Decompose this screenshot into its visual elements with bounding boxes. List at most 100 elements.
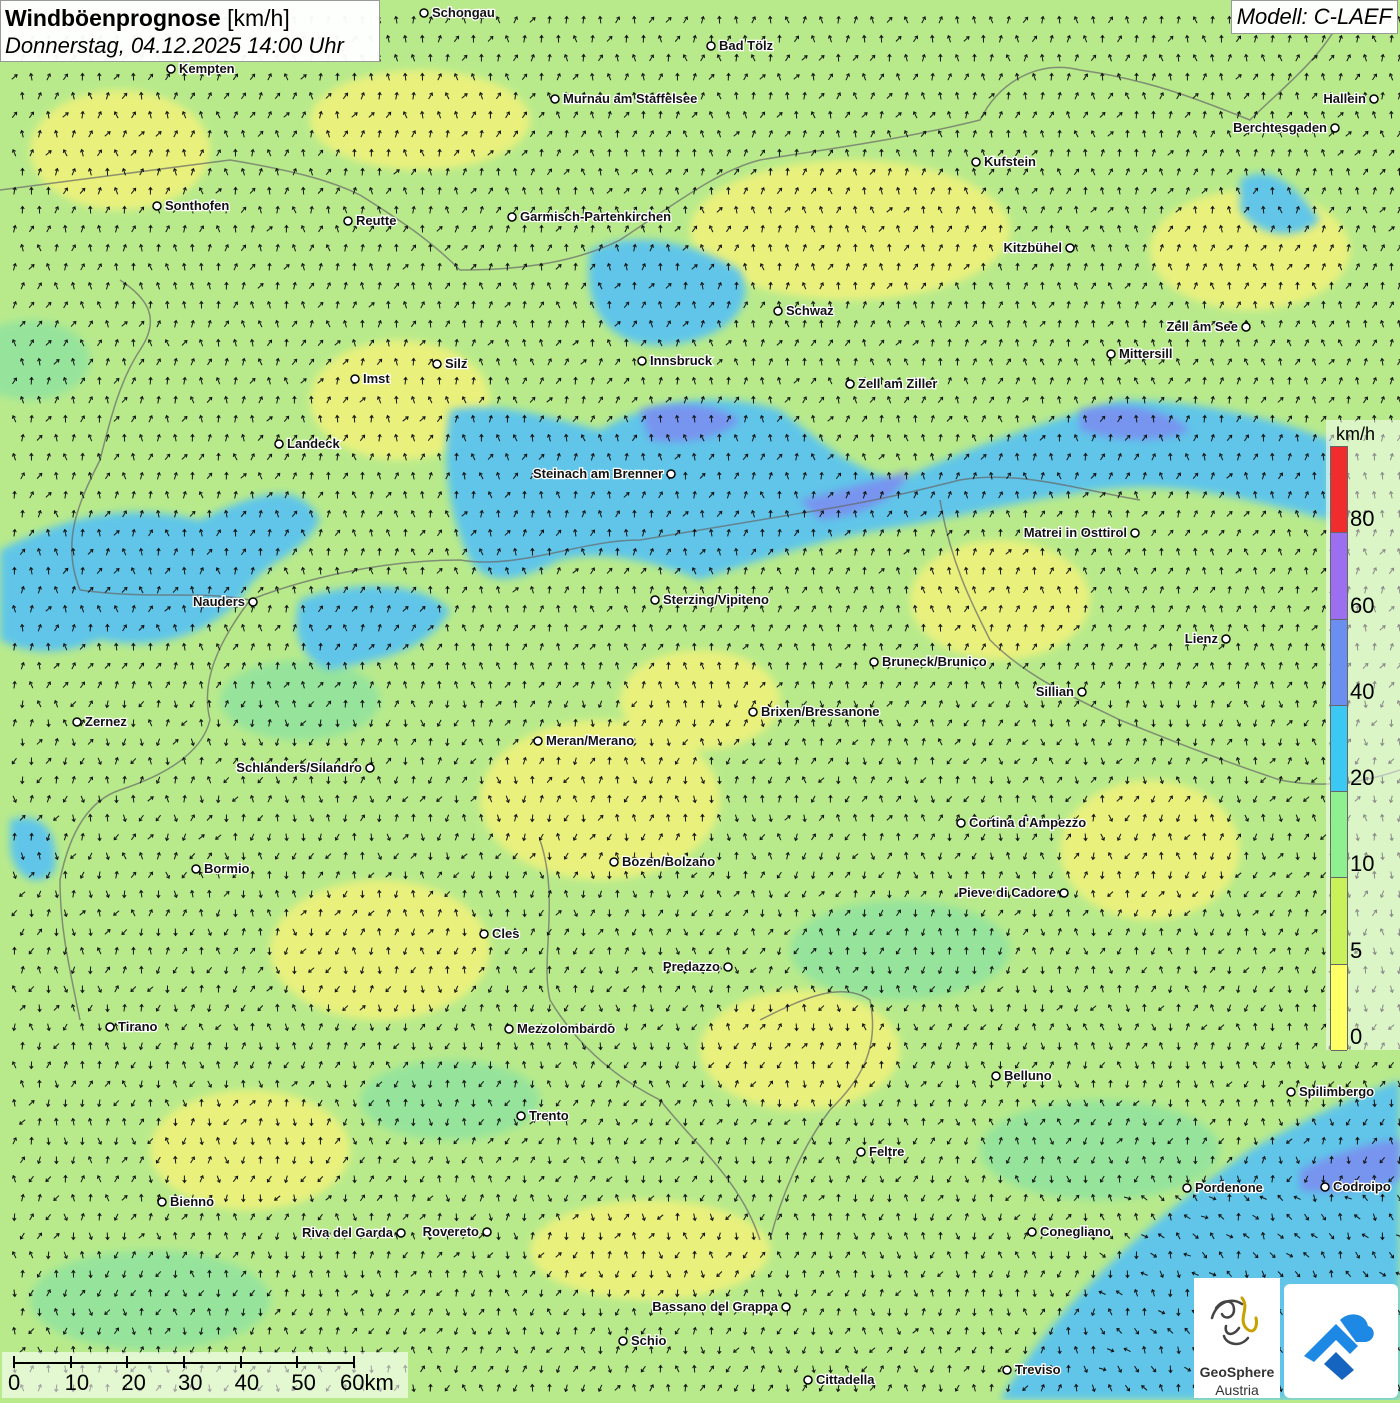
city-label: Brixen/Bressanone xyxy=(761,704,880,719)
map-title: Windböenprognose [km/h] xyxy=(5,4,375,32)
city-marker[interactable]: Garmisch-Partenkirchen xyxy=(508,209,671,224)
city-marker[interactable]: Bruneck/Brunico xyxy=(870,654,987,669)
city-dot xyxy=(158,1198,166,1206)
city-marker[interactable]: Riva del Garda xyxy=(302,1225,405,1240)
city-dot xyxy=(1287,1088,1295,1096)
city-dot xyxy=(344,217,352,225)
city-label: Feltre xyxy=(869,1144,904,1159)
city-label: Sonthofen xyxy=(165,198,229,213)
city-dot xyxy=(1078,688,1086,696)
city-dot xyxy=(1331,124,1339,132)
city-dot xyxy=(724,963,732,971)
city-dot xyxy=(275,440,283,448)
city-dot xyxy=(1222,635,1230,643)
city-marker[interactable]: Bozen/Bolzano xyxy=(610,854,715,869)
city-label: Hallein xyxy=(1323,91,1366,106)
city-label: Bad Tölz xyxy=(719,38,774,53)
city-label: Sillian xyxy=(1036,684,1074,699)
city-label: Rovereto xyxy=(423,1224,479,1239)
legend-swatch xyxy=(1331,965,1347,1051)
legend-swatch xyxy=(1331,792,1347,878)
city-marker[interactable]: Brixen/Bressanone xyxy=(749,704,880,719)
city-dot xyxy=(508,213,516,221)
city-marker[interactable]: Matrei in Osttirol xyxy=(1024,525,1139,540)
city-dot xyxy=(433,360,441,368)
city-marker[interactable]: Bassano del Grappa xyxy=(652,1299,790,1314)
city-label: Sterzing/Vipiteno xyxy=(663,592,769,607)
city-label: Reutte xyxy=(356,213,396,228)
color-legend: km/h 051020406080 xyxy=(1326,420,1400,1050)
city-dot xyxy=(153,202,161,210)
city-label: Pordenone xyxy=(1195,1180,1263,1195)
city-marker[interactable]: Mezzolombardo xyxy=(505,1021,615,1036)
city-dot xyxy=(1003,1366,1011,1374)
scale-label: 10 xyxy=(65,1370,89,1396)
city-label: Zell am Ziller xyxy=(858,376,937,391)
city-marker[interactable]: Innsbruck xyxy=(638,353,713,368)
wind-gust-map[interactable]: Schongau Bad Tölz Kempten Murnau am Staffel… xyxy=(0,0,1400,1400)
scale-label: 20 xyxy=(121,1370,145,1396)
city-dot xyxy=(1028,1228,1036,1236)
city-marker[interactable]: Schongau xyxy=(420,5,495,20)
scale-label: 50 xyxy=(291,1370,315,1396)
city-marker[interactable]: Pordenone xyxy=(1183,1180,1263,1195)
city-marker[interactable]: Sterzing/Vipiteno xyxy=(651,592,769,607)
city-label: Imst xyxy=(363,371,390,386)
city-dot xyxy=(1183,1184,1191,1192)
city-marker[interactable]: Zell am See xyxy=(1166,319,1250,334)
legend-label: 80 xyxy=(1350,506,1374,532)
city-label: Garmisch-Partenkirchen xyxy=(520,209,671,224)
city-dot xyxy=(534,737,542,745)
city-label: Zell am See xyxy=(1166,319,1238,334)
city-dot xyxy=(483,1228,491,1236)
city-marker[interactable]: Conegliano xyxy=(1028,1224,1111,1239)
city-label: Innsbruck xyxy=(650,353,713,368)
city-dot xyxy=(957,819,965,827)
scale-tick xyxy=(240,1356,242,1368)
city-marker[interactable]: Cortina d'Ampezzo xyxy=(957,815,1086,830)
scale-tick xyxy=(13,1356,15,1368)
city-marker[interactable]: Berchtesgaden xyxy=(1233,120,1339,135)
geosphere-logo-icon xyxy=(1194,1278,1280,1364)
city-label: Murnau am Staffelsee xyxy=(563,91,697,106)
app-icon[interactable] xyxy=(1284,1284,1398,1398)
legend-unit: km/h xyxy=(1336,424,1375,445)
city-dot xyxy=(638,357,646,365)
city-label: Schongau xyxy=(432,5,495,20)
city-marker[interactable]: Sonthofen xyxy=(153,198,229,213)
city-dot xyxy=(1131,529,1139,537)
scale-tick xyxy=(296,1356,298,1368)
city-marker[interactable]: Murnau am Staffelsee xyxy=(551,91,697,106)
legend-color-bar xyxy=(1330,446,1348,1050)
city-dot xyxy=(420,9,428,17)
city-label: Kempten xyxy=(179,61,235,76)
legend-label: 10 xyxy=(1350,851,1374,877)
model-label: Modell: C-LAEF xyxy=(1231,0,1398,34)
city-marker[interactable]: Spilimbergo xyxy=(1287,1084,1374,1099)
city-dot xyxy=(651,596,659,604)
legend-swatch xyxy=(1331,447,1347,533)
city-label: Trento xyxy=(529,1108,569,1123)
city-label: Matrei in Osttirol xyxy=(1024,525,1127,540)
wind-app-icon xyxy=(1284,1284,1398,1398)
city-label: Nauders xyxy=(193,594,245,609)
city-marker[interactable]: Steinach am Brenner xyxy=(533,466,675,481)
city-label: Spilimbergo xyxy=(1299,1084,1374,1099)
scale-tick xyxy=(126,1356,128,1368)
city-label: Cles xyxy=(492,926,519,941)
city-label: Conegliano xyxy=(1040,1224,1111,1239)
city-marker[interactable]: Schlanders/Silandro xyxy=(236,760,374,775)
city-label: Pieve di Cadore xyxy=(958,885,1056,900)
scale-label: 60km xyxy=(340,1370,394,1396)
city-dot xyxy=(667,470,675,478)
city-marker[interactable]: Pieve di Cadore xyxy=(958,885,1068,900)
city-label: Bassano del Grappa xyxy=(652,1299,778,1314)
city-marker[interactable]: Meran/Merano xyxy=(534,733,634,748)
city-label: Steinach am Brenner xyxy=(533,466,663,481)
city-dot xyxy=(1066,244,1074,252)
city-label: Mezzolombardo xyxy=(517,1021,615,1036)
city-marker[interactable]: Zell am Ziller xyxy=(846,376,937,391)
city-dot xyxy=(505,1025,513,1033)
city-label: Codroipo xyxy=(1333,1179,1391,1194)
city-dot xyxy=(167,65,175,73)
